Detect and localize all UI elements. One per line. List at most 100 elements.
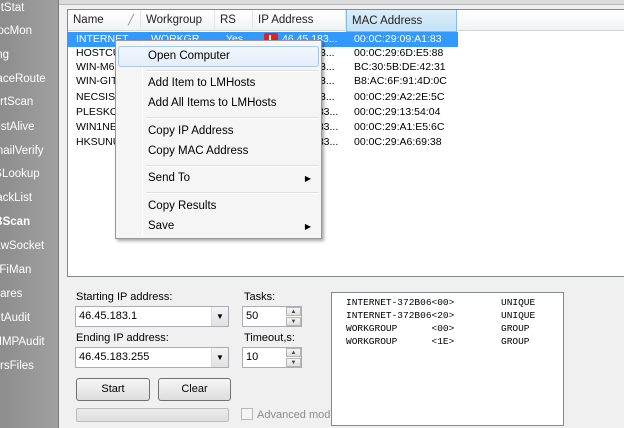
- menu-separator: [146, 117, 319, 119]
- column-header-mac[interactable]: MAC Address: [346, 10, 457, 32]
- cell-ip: 3...: [320, 75, 335, 87]
- sidebar-item-usrsfiles[interactable]: UsrsFiles: [0, 355, 58, 377]
- sidebar-item-label: NBScan: [0, 216, 31, 228]
- sidebar-item-label: TraceRoute: [0, 73, 46, 85]
- output-type: UNIQUE: [501, 297, 536, 308]
- spin-down-icon[interactable]: ▼: [286, 317, 301, 326]
- menu-item-label: Add All Items to LMHosts: [148, 97, 277, 109]
- spin-up-icon[interactable]: ▲: [286, 348, 301, 357]
- menu-item-copy-ip[interactable]: Copy IP Address: [118, 121, 319, 142]
- sidebar-item-label: Ping: [0, 49, 10, 61]
- column-header-ip[interactable]: IP Address: [253, 10, 346, 31]
- column-header-label: MAC Address: [352, 15, 423, 27]
- sidebar-item-nslookup[interactable]: NSLookup: [0, 163, 58, 185]
- spin-up-icon[interactable]: ▲: [286, 307, 301, 316]
- sidebar-item-procmon[interactable]: ProcMon: [0, 20, 58, 42]
- cell-mac: 00:0C:29:A2:2E:5C: [354, 91, 445, 103]
- sidebar-item-portscan[interactable]: PortScan: [0, 91, 58, 113]
- menu-separator: [146, 165, 319, 167]
- output-netbios-name: INTERNET-372B06<00>: [346, 297, 455, 308]
- cell-mac: 00:0C:29:A1:E5:6C: [354, 121, 445, 133]
- start-button-label: Start: [101, 383, 125, 395]
- menu-item-add-lmhosts[interactable]: Add Item to LMHosts: [118, 73, 319, 94]
- menu-item-copy-results[interactable]: Copy Results: [118, 196, 319, 217]
- sidebar-item-rawsocket[interactable]: RawSocket: [0, 235, 58, 257]
- menu-item-add-all-lmhosts[interactable]: Add All Items to LMHosts: [118, 93, 319, 114]
- sidebar-item-label: SNMPAudit: [0, 336, 45, 348]
- sidebar-item-shares[interactable]: Shares: [0, 283, 58, 305]
- output-type: GROUP: [501, 323, 530, 334]
- checkbox-box[interactable]: [241, 408, 253, 420]
- end-ip-label: Ending IP address:: [76, 332, 169, 344]
- output-type: UNIQUE: [501, 310, 536, 321]
- start-ip-label: Starting IP address:: [76, 291, 173, 303]
- timeout-label: Timeout,s:: [244, 332, 295, 344]
- sidebar-item-label: NetStat: [0, 2, 25, 14]
- output-type: GROUP: [501, 336, 530, 347]
- chevron-down-icon[interactable]: ▼: [211, 348, 228, 367]
- sidebar-item-wifiman[interactable]: WiFiMan: [0, 259, 58, 281]
- start-button[interactable]: Start: [76, 378, 150, 401]
- tasks-spinner[interactable]: 50 ▲ ▼: [242, 306, 302, 327]
- sidebar-item-snmpaudit[interactable]: SNMPAudit: [0, 331, 58, 353]
- output-line: INTERNET-372B06<20> UNIQUE: [346, 309, 563, 322]
- sidebar-item-netaudit[interactable]: NetAudit: [0, 307, 58, 329]
- menu-item-label: Add Item to LMHosts: [148, 77, 256, 89]
- sidebar-item-label: RawSocket: [0, 240, 45, 252]
- cell-mac: 00:0C:29:09:A1:83: [354, 33, 442, 45]
- sidebar-item-nbscan[interactable]: NBScan: [0, 211, 58, 233]
- menu-item-label: Open Computer: [148, 50, 230, 62]
- menu-item-copy-mac[interactable]: Copy MAC Address: [118, 141, 319, 162]
- column-header-label: IP Address: [258, 14, 314, 26]
- output-netbios-name: WORKGROUP <1E>: [346, 336, 455, 347]
- menu-item-label: Copy MAC Address: [148, 145, 249, 157]
- submenu-arrow-icon: ▶: [304, 222, 311, 231]
- column-header-label: Name: [73, 14, 104, 26]
- sidebar-item-label: WiFiMan: [0, 264, 32, 276]
- sidebar-item-blacklist[interactable]: BlackList: [0, 187, 58, 209]
- menu-item-send-to[interactable]: Send To ▶: [118, 168, 319, 189]
- menu-item-label: Copy Results: [148, 200, 217, 212]
- clear-button[interactable]: Clear: [158, 378, 231, 401]
- sidebar-item-label: NSLookup: [0, 168, 40, 180]
- cell-mac: B8:AC:6F:91:4D:0C: [354, 75, 447, 87]
- menu-item-save[interactable]: Save ▶: [118, 216, 319, 237]
- sort-icon: ╱: [127, 15, 134, 26]
- tasks-value: 50: [246, 310, 259, 322]
- start-ip-combo[interactable]: 46.45.183.1 ▼: [75, 306, 229, 327]
- output-netbios-name: INTERNET-372B06<20>: [346, 310, 455, 321]
- sidebar-item-label: Shares: [0, 288, 23, 300]
- column-header-label: RS: [220, 14, 236, 26]
- column-header-rs[interactable]: RS: [215, 10, 253, 31]
- sidebar-item-hostalive[interactable]: HostAlive: [0, 116, 58, 138]
- cell-ip: 3...: [320, 61, 335, 73]
- column-header-name[interactable]: Name ╱: [68, 10, 141, 31]
- spin-down-icon[interactable]: ▼: [286, 358, 301, 367]
- timeout-spinner[interactable]: 10 ▲ ▼: [242, 347, 302, 368]
- sidebar-item-emailverify[interactable]: EmailVerify: [0, 140, 58, 162]
- listview-header: Name ╱ Workgroup RS IP Address MAC Addre…: [68, 10, 624, 32]
- menu-item-open-computer[interactable]: Open Computer: [118, 46, 319, 67]
- main-pane: Name ╱ Workgroup RS IP Address MAC Addre…: [58, 0, 624, 428]
- sidebar-item-label: EmailVerify: [0, 145, 44, 157]
- column-header-label: Workgroup: [146, 14, 203, 26]
- sidebar-item-traceroute[interactable]: TraceRoute: [0, 68, 58, 90]
- menu-item-label: Save: [148, 220, 175, 232]
- output-line: WORKGROUP <1E> GROUP: [346, 335, 563, 348]
- cell-mac: 00:0C:29:A6:69:38: [354, 136, 442, 148]
- top-strip: [59, 0, 624, 5]
- output-netbios-name: WORKGROUP <00>: [346, 323, 455, 334]
- menu-separator: [146, 70, 319, 72]
- sidebar-item-label: PortScan: [0, 96, 34, 108]
- end-ip-combo[interactable]: 46.45.183.255 ▼: [75, 347, 229, 368]
- tasks-label: Tasks:: [244, 291, 276, 303]
- cell-mac: BC:30:5B:DE:42:31: [354, 61, 446, 73]
- sidebar-item-label: BlackList: [0, 192, 33, 204]
- cell-ip: 3...: [320, 47, 335, 59]
- chevron-down-icon[interactable]: ▼: [211, 307, 228, 326]
- sidebar-item-ping[interactable]: Ping: [0, 44, 58, 66]
- netbios-output-box[interactable]: INTERNET-372B06<00> UNIQUE INTERNET-372B0…: [331, 292, 564, 426]
- sidebar-item-netstat[interactable]: NetStat: [0, 0, 58, 19]
- sidebar-nav: NetStat ProcMon Ping TraceRoute PortScan…: [0, 0, 58, 428]
- column-header-workgroup[interactable]: Workgroup: [141, 10, 215, 31]
